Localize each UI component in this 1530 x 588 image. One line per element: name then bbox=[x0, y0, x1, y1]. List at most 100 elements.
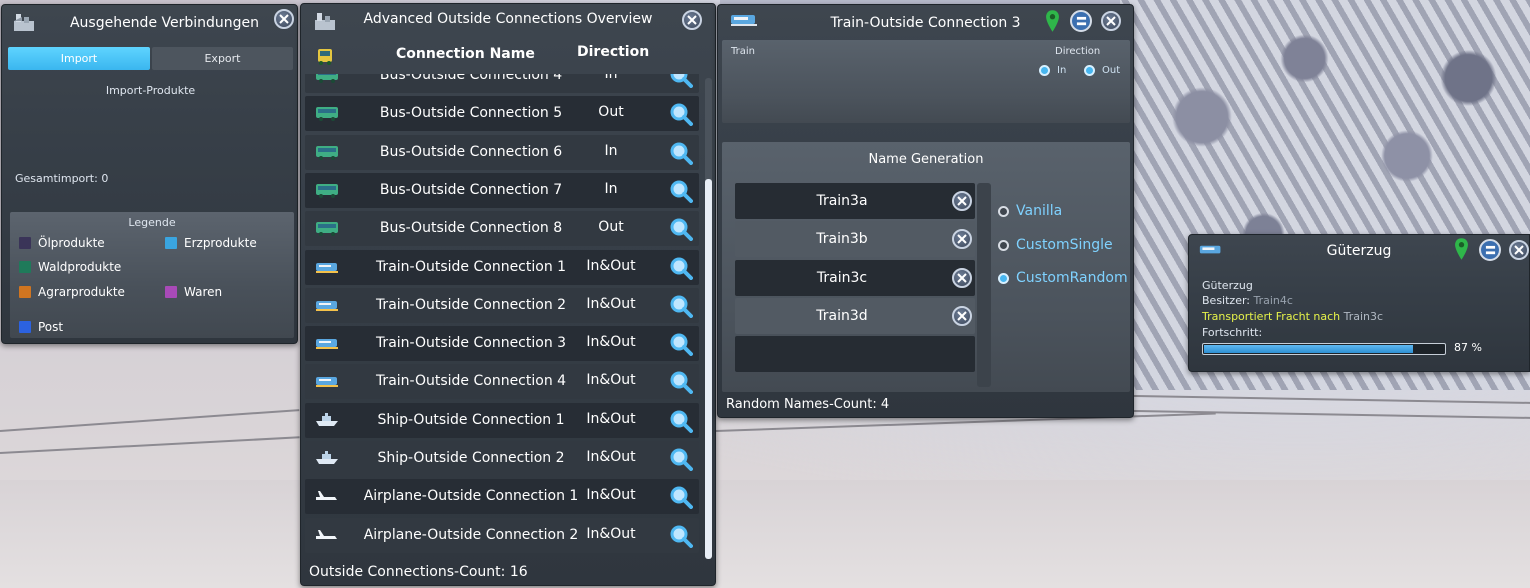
search-icon[interactable] bbox=[669, 524, 693, 548]
train-icon bbox=[315, 373, 339, 389]
location-pin-icon[interactable] bbox=[1045, 9, 1060, 33]
option-customrandom[interactable]: CustomRandom bbox=[998, 270, 1128, 286]
search-icon[interactable] bbox=[669, 217, 693, 242]
airplane-icon bbox=[315, 488, 339, 504]
legend-swatch bbox=[19, 237, 31, 249]
close-button[interactable] bbox=[1509, 240, 1529, 260]
connection-direction: In&Out bbox=[586, 295, 636, 312]
tab-import[interactable]: Import bbox=[8, 47, 150, 70]
close-icon bbox=[957, 234, 967, 244]
close-icon bbox=[1106, 16, 1116, 26]
import-export-panel: Ausgehende Verbindungen Import Export Im… bbox=[1, 4, 298, 344]
remove-name-button[interactable] bbox=[952, 191, 972, 211]
vehicle-info-panel: Güterzug Güterzug Besitzer: Train4c Tran… bbox=[1188, 234, 1530, 372]
ship-icon bbox=[315, 412, 339, 428]
list-details-icon bbox=[1076, 16, 1086, 25]
checkbox-indicator bbox=[1039, 65, 1050, 76]
connection-direction: In bbox=[604, 180, 618, 197]
connection-direction: In&Out bbox=[586, 334, 636, 351]
details-button[interactable] bbox=[1479, 239, 1501, 261]
bus-icon bbox=[315, 74, 339, 83]
owner-label: Besitzer: bbox=[1202, 294, 1250, 307]
train-icon bbox=[315, 259, 339, 275]
connection-direction: In bbox=[604, 74, 618, 82]
search-icon[interactable] bbox=[669, 485, 693, 510]
names-scrollbar[interactable] bbox=[977, 183, 991, 387]
connections-overview-panel: Advanced Outside Connections Overview Co… bbox=[300, 3, 716, 586]
table-row[interactable]: Train-Outside Connection 1 In&Out bbox=[305, 249, 699, 285]
remove-name-button[interactable] bbox=[952, 306, 972, 326]
scrollbar-thumb[interactable] bbox=[705, 179, 712, 559]
connection-direction: In&Out bbox=[586, 257, 636, 274]
connection-direction: In&Out bbox=[586, 372, 636, 389]
table-row[interactable]: Train-Outside Connection 4 In&Out bbox=[305, 364, 699, 400]
search-icon[interactable] bbox=[669, 102, 693, 127]
close-button[interactable] bbox=[274, 9, 294, 29]
close-button[interactable] bbox=[1101, 11, 1121, 31]
tab-export[interactable]: Export bbox=[152, 47, 293, 70]
search-icon[interactable] bbox=[669, 179, 693, 203]
connection-direction: In&Out bbox=[586, 410, 636, 427]
search-icon[interactable] bbox=[669, 141, 693, 165]
search-icon[interactable] bbox=[669, 294, 693, 318]
cargo-line: Transportiert Fracht nach Train3c bbox=[1202, 310, 1383, 323]
name-entry[interactable]: Train3a bbox=[735, 183, 975, 219]
search-icon[interactable] bbox=[669, 256, 693, 280]
search-icon[interactable] bbox=[669, 74, 693, 88]
bus-icon bbox=[315, 182, 339, 198]
table-row[interactable]: Ship-Outside Connection 1 In&Out bbox=[305, 402, 699, 438]
bus-icon bbox=[315, 105, 339, 122]
table-row[interactable]: Train-Outside Connection 2 In&Out bbox=[305, 287, 699, 323]
close-icon bbox=[279, 14, 289, 24]
remove-name-button[interactable] bbox=[952, 268, 972, 288]
new-name-input[interactable] bbox=[735, 336, 975, 372]
search-icon[interactable] bbox=[669, 409, 693, 433]
cargo-label: Transportiert Fracht nach bbox=[1202, 310, 1341, 323]
option-customsingle[interactable]: CustomSingle bbox=[998, 237, 1113, 253]
direction-in-checkbox[interactable]: In bbox=[1039, 65, 1066, 76]
table-row[interactable]: Airplane-Outside Connection 2 In&Out bbox=[305, 517, 699, 553]
radio-indicator bbox=[998, 239, 1009, 251]
option-label: Vanilla bbox=[1016, 203, 1063, 219]
search-icon[interactable] bbox=[669, 370, 693, 395]
panel-title: Ausgehende Verbindungen bbox=[69, 15, 260, 31]
option-label: CustomSingle bbox=[1016, 237, 1113, 253]
list-details-icon bbox=[1485, 245, 1495, 254]
location-pin-icon[interactable] bbox=[1454, 237, 1469, 261]
close-icon bbox=[957, 273, 967, 283]
train-icon bbox=[315, 297, 339, 313]
search-icon[interactable] bbox=[669, 332, 693, 357]
option-label: CustomRandom bbox=[1016, 270, 1128, 286]
cargo-destination-link[interactable]: Train3c bbox=[1344, 310, 1383, 323]
option-vanilla[interactable]: Vanilla bbox=[998, 203, 1062, 219]
details-button[interactable] bbox=[1070, 10, 1092, 32]
table-row[interactable]: Bus-Outside Connection 6 In bbox=[305, 134, 699, 170]
panel-title: Advanced Outside Connections Overview bbox=[363, 11, 653, 27]
airplane-icon bbox=[315, 527, 339, 543]
name-entry[interactable]: Train3d bbox=[735, 298, 975, 334]
legend-swatch bbox=[165, 237, 177, 249]
connection-detail-panel: Train-Outside Connection 3 Train Directi… bbox=[717, 4, 1134, 418]
direction-out-checkbox[interactable]: Out bbox=[1084, 65, 1120, 76]
connection-direction: Out bbox=[598, 104, 624, 121]
connection-list[interactable]: Bus-Outside Connection 4 In Bus-Outside Co… bbox=[305, 74, 703, 562]
table-row[interactable]: Bus-Outside Connection 5 Out bbox=[305, 96, 699, 132]
connection-name: Bus-Outside Connection 7 bbox=[379, 181, 563, 198]
search-icon[interactable] bbox=[669, 447, 693, 471]
train-icon bbox=[315, 335, 339, 351]
label-direction: Direction bbox=[1055, 46, 1101, 57]
close-button[interactable] bbox=[682, 10, 702, 30]
table-row[interactable]: Ship-Outside Connection 2 In&Out bbox=[305, 441, 699, 476]
name-entry[interactable]: Train3b bbox=[735, 221, 975, 257]
radio-indicator bbox=[998, 205, 1009, 217]
table-row[interactable]: Bus-Outside Connection 7 In bbox=[305, 172, 699, 208]
name-generation-section: Name Generation Train3a Train3b Train3c … bbox=[722, 142, 1130, 392]
owner-link[interactable]: Train4c bbox=[1254, 294, 1293, 307]
table-row[interactable]: Bus-Outside Connection 8 Out bbox=[305, 211, 699, 247]
table-row[interactable]: Airplane-Outside Connection 1 In&Out bbox=[305, 479, 699, 515]
name-entry[interactable]: Train3c bbox=[735, 260, 975, 296]
legend-item: Waldprodukte bbox=[19, 260, 121, 274]
table-row[interactable]: Train-Outside Connection 3 In&Out bbox=[305, 326, 699, 362]
table-row[interactable]: Bus-Outside Connection 4 In bbox=[305, 74, 699, 93]
remove-name-button[interactable] bbox=[952, 229, 972, 249]
